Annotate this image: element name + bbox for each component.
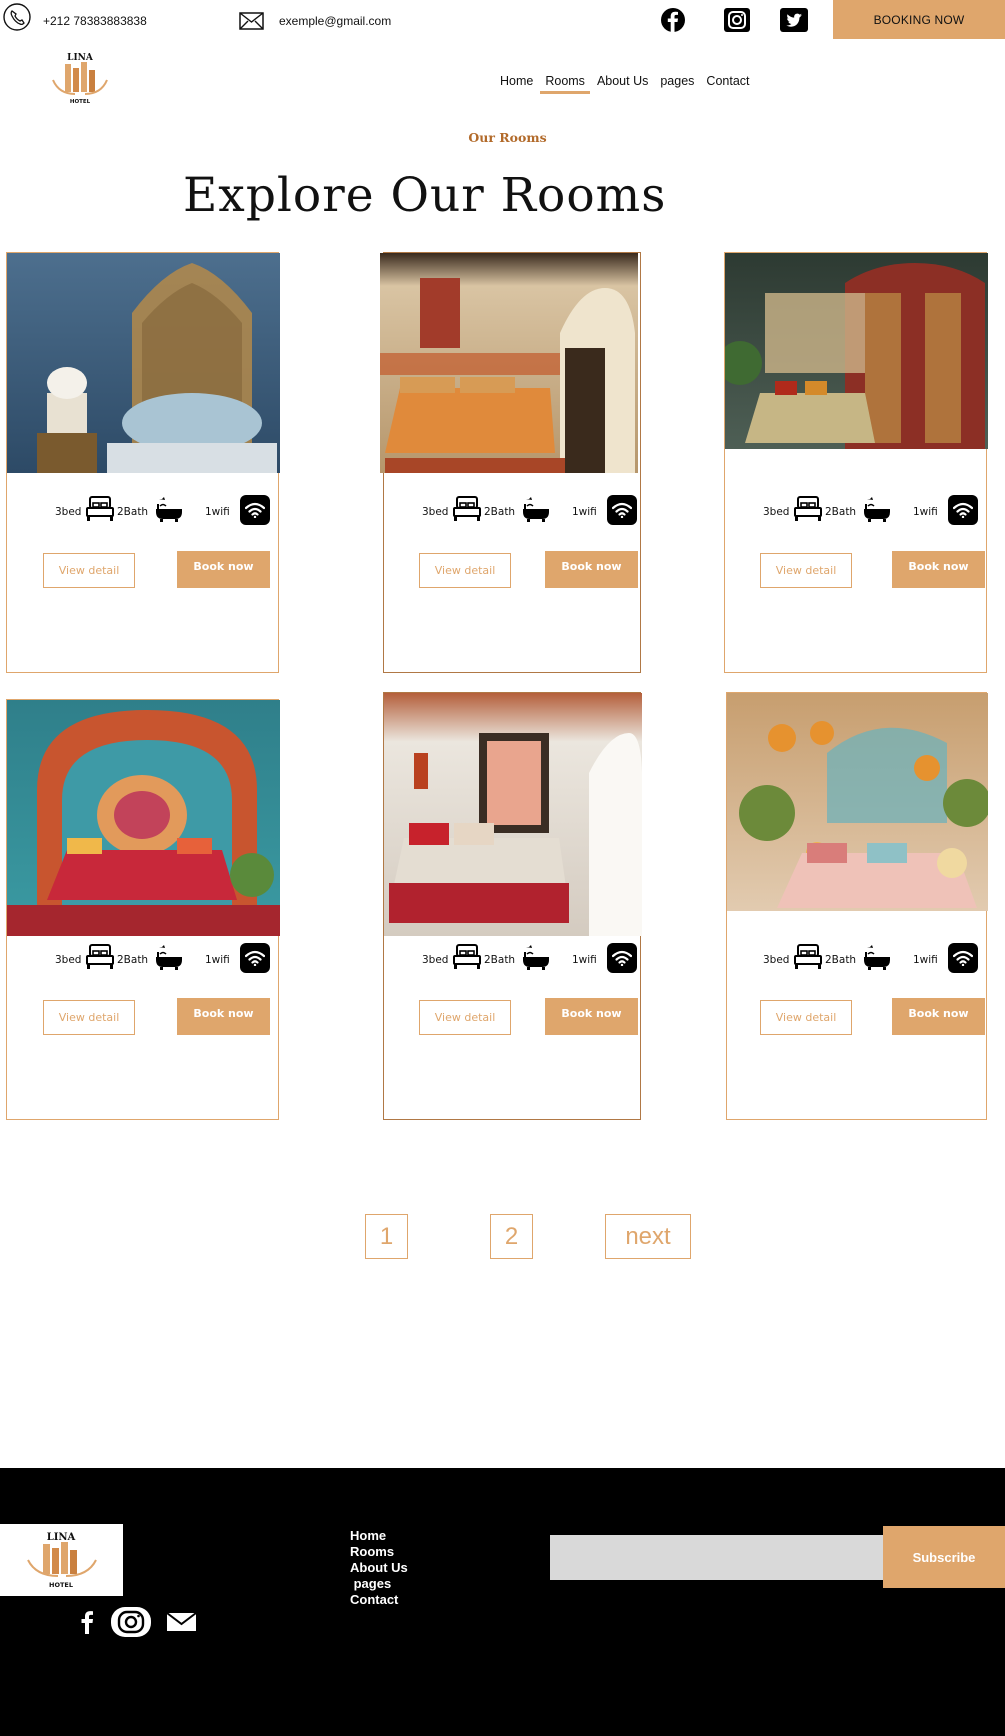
bed-icon xyxy=(793,495,823,528)
bathtub-icon xyxy=(861,943,893,976)
bath-count: 2Bath xyxy=(117,954,149,966)
wifi-count: 1wifi xyxy=(205,954,230,966)
nav-about-us[interactable]: About Us xyxy=(591,74,654,88)
page-2-button[interactable]: 2 xyxy=(490,1214,533,1259)
bath-count: 2Bath xyxy=(484,506,516,518)
nav-contact[interactable]: Contact xyxy=(700,74,755,88)
bath-count: 2Bath xyxy=(117,506,149,518)
wifi-count: 1wifi xyxy=(572,954,597,966)
footer-link-home[interactable]: Home xyxy=(350,1528,408,1544)
svg-text:LINA: LINA xyxy=(47,1532,76,1543)
bath-count: 2Bath xyxy=(825,506,857,518)
wifi-count: 1wifi xyxy=(205,506,230,518)
footer-mail-icon[interactable] xyxy=(166,1612,197,1632)
room-card: 3bed 2Bath 1wifi View detail Book now xyxy=(380,252,642,673)
bed-icon xyxy=(85,943,115,976)
bathtub-icon xyxy=(520,943,552,976)
facebook-icon[interactable] xyxy=(659,8,687,32)
bed-count: 3bed xyxy=(422,954,449,966)
wifi-icon xyxy=(948,943,978,973)
book-now-button[interactable]: Book now xyxy=(545,551,638,588)
page-title: Explore Our Rooms xyxy=(183,168,667,223)
bed-icon xyxy=(793,943,823,976)
book-now-button[interactable]: Book now xyxy=(892,551,985,588)
instagram-icon[interactable] xyxy=(723,8,751,32)
footer-link-about-us[interactable]: About Us xyxy=(350,1560,408,1576)
bed-count: 3bed xyxy=(763,506,790,518)
room-card: 3bed 2Bath 1wifi View detail Book now xyxy=(6,252,280,673)
book-now-button[interactable]: Book now xyxy=(545,998,638,1035)
svg-text:HOTEL: HOTEL xyxy=(49,1581,73,1589)
svg-text:LINA: LINA xyxy=(67,53,94,63)
view-detail-button[interactable]: View detail xyxy=(43,553,135,588)
room-card: 3bed 2Bath 1wifi View detail Book now xyxy=(383,692,642,1120)
footer-logo[interactable]: LINA HOTEL xyxy=(0,1524,123,1596)
room-photo[interactable] xyxy=(7,700,280,936)
bed-icon xyxy=(85,495,115,528)
footer xyxy=(0,1468,1005,1736)
bed-icon xyxy=(452,943,482,976)
book-now-button[interactable]: Book now xyxy=(177,998,270,1035)
main-nav: Home Rooms About Us pages Contact xyxy=(494,74,756,94)
twitter-icon[interactable] xyxy=(780,8,808,32)
view-detail-button[interactable]: View detail xyxy=(419,553,511,588)
bed-count: 3bed xyxy=(55,954,82,966)
phone-icon xyxy=(3,3,31,31)
room-photo[interactable] xyxy=(384,693,642,936)
email-address[interactable]: exemple@gmail.com xyxy=(279,14,391,28)
room-photo[interactable] xyxy=(380,253,642,473)
wifi-count: 1wifi xyxy=(913,506,938,518)
room-photo[interactable] xyxy=(7,253,280,473)
footer-links: Home Rooms About Us pages Contact xyxy=(350,1528,408,1608)
newsletter-email-input[interactable] xyxy=(550,1535,883,1580)
nav-pages[interactable]: pages xyxy=(654,74,700,88)
wifi-count: 1wifi xyxy=(572,506,597,518)
bath-count: 2Bath xyxy=(825,954,857,966)
wifi-icon xyxy=(607,943,637,973)
bathtub-icon xyxy=(153,495,185,528)
booking-now-button[interactable]: BOOKING NOW xyxy=(833,0,1005,39)
view-detail-button[interactable]: View detail xyxy=(419,1000,511,1035)
bed-count: 3bed xyxy=(422,506,449,518)
phone-number[interactable]: +212 78383883838 xyxy=(43,14,147,28)
view-detail-button[interactable]: View detail xyxy=(760,553,852,588)
svg-text:HOTEL: HOTEL xyxy=(70,99,91,105)
subscribe-button[interactable]: Subscribe xyxy=(883,1526,1005,1588)
footer-link-contact[interactable]: Contact xyxy=(350,1592,408,1608)
bed-count: 3bed xyxy=(763,954,790,966)
room-photo[interactable] xyxy=(725,253,988,449)
wifi-icon xyxy=(240,495,270,525)
footer-instagram-icon[interactable] xyxy=(110,1606,152,1638)
book-now-button[interactable]: Book now xyxy=(892,998,985,1035)
wifi-icon xyxy=(948,495,978,525)
nav-home[interactable]: Home xyxy=(494,74,539,88)
wifi-icon xyxy=(607,495,637,525)
room-card: 3bed 2Bath 1wifi View detail Book now xyxy=(726,692,988,1120)
bathtub-icon xyxy=(861,495,893,528)
bed-count: 3bed xyxy=(55,506,82,518)
section-subtitle: Our Rooms xyxy=(468,130,547,145)
bath-count: 2Bath xyxy=(484,954,516,966)
room-card: 3bed 2Bath 1wifi View detail Book now xyxy=(6,699,280,1120)
bathtub-icon xyxy=(153,943,185,976)
footer-facebook-icon[interactable] xyxy=(78,1610,96,1634)
bathtub-icon xyxy=(520,495,552,528)
page-1-button[interactable]: 1 xyxy=(365,1214,408,1259)
envelope-icon xyxy=(239,12,264,30)
footer-link-pages[interactable]: pages xyxy=(350,1576,408,1592)
nav-rooms[interactable]: Rooms xyxy=(539,74,591,94)
room-photo[interactable] xyxy=(727,693,988,911)
bed-icon xyxy=(452,495,482,528)
room-card: 3bed 2Bath 1wifi View detail Book now xyxy=(724,252,988,673)
wifi-icon xyxy=(240,943,270,973)
next-page-button[interactable]: next xyxy=(605,1214,691,1259)
book-now-button[interactable]: Book now xyxy=(177,551,270,588)
footer-link-rooms[interactable]: Rooms xyxy=(350,1544,408,1560)
view-detail-button[interactable]: View detail xyxy=(43,1000,135,1035)
hotel-logo[interactable]: LINA HOTEL xyxy=(45,50,115,106)
wifi-count: 1wifi xyxy=(913,954,938,966)
view-detail-button[interactable]: View detail xyxy=(760,1000,852,1035)
